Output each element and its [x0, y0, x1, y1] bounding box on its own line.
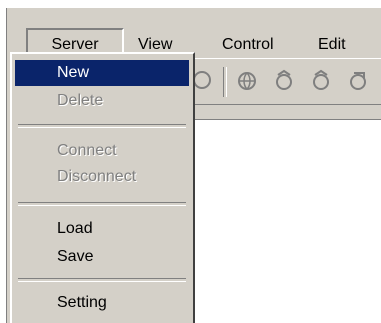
menu-item-delete[interactable]: Delete — [15, 88, 189, 114]
menu-edit[interactable]: Edit — [318, 34, 346, 56]
menu-item-disconnect[interactable]: Disconnect — [15, 164, 189, 190]
menu-separator — [18, 202, 186, 206]
menu-separator — [18, 124, 186, 128]
globe-arrow-icon — [313, 69, 329, 90]
window-left-border — [0, 0, 10, 323]
menu-bar: Server View Control Edit — [10, 8, 381, 60]
menu-item-connect[interactable]: Connect — [15, 138, 189, 164]
menu-separator — [18, 278, 186, 282]
server-menu-dropdown: New Delete Connect Disconnect Load Save … — [10, 52, 195, 323]
toolbar-button[interactable] — [307, 69, 335, 95]
globe-arrow-icon — [350, 72, 366, 90]
toolbar-button[interactable] — [233, 69, 261, 95]
toolbar-separator — [223, 67, 227, 97]
toolbar-button[interactable] — [344, 69, 372, 95]
globe-icon — [238, 72, 256, 90]
toolbar-button[interactable] — [270, 69, 298, 95]
menu-item-new[interactable]: New — [15, 60, 189, 86]
menu-item-save[interactable]: Save — [15, 244, 189, 270]
application-window: Server View Control Edit New Delete Conn… — [0, 0, 381, 323]
globe-arrow-icon — [276, 69, 292, 90]
menu-item-setting[interactable]: Setting — [15, 290, 189, 316]
menu-item-load[interactable]: Load — [15, 216, 189, 242]
menu-control[interactable]: Control — [222, 34, 274, 56]
